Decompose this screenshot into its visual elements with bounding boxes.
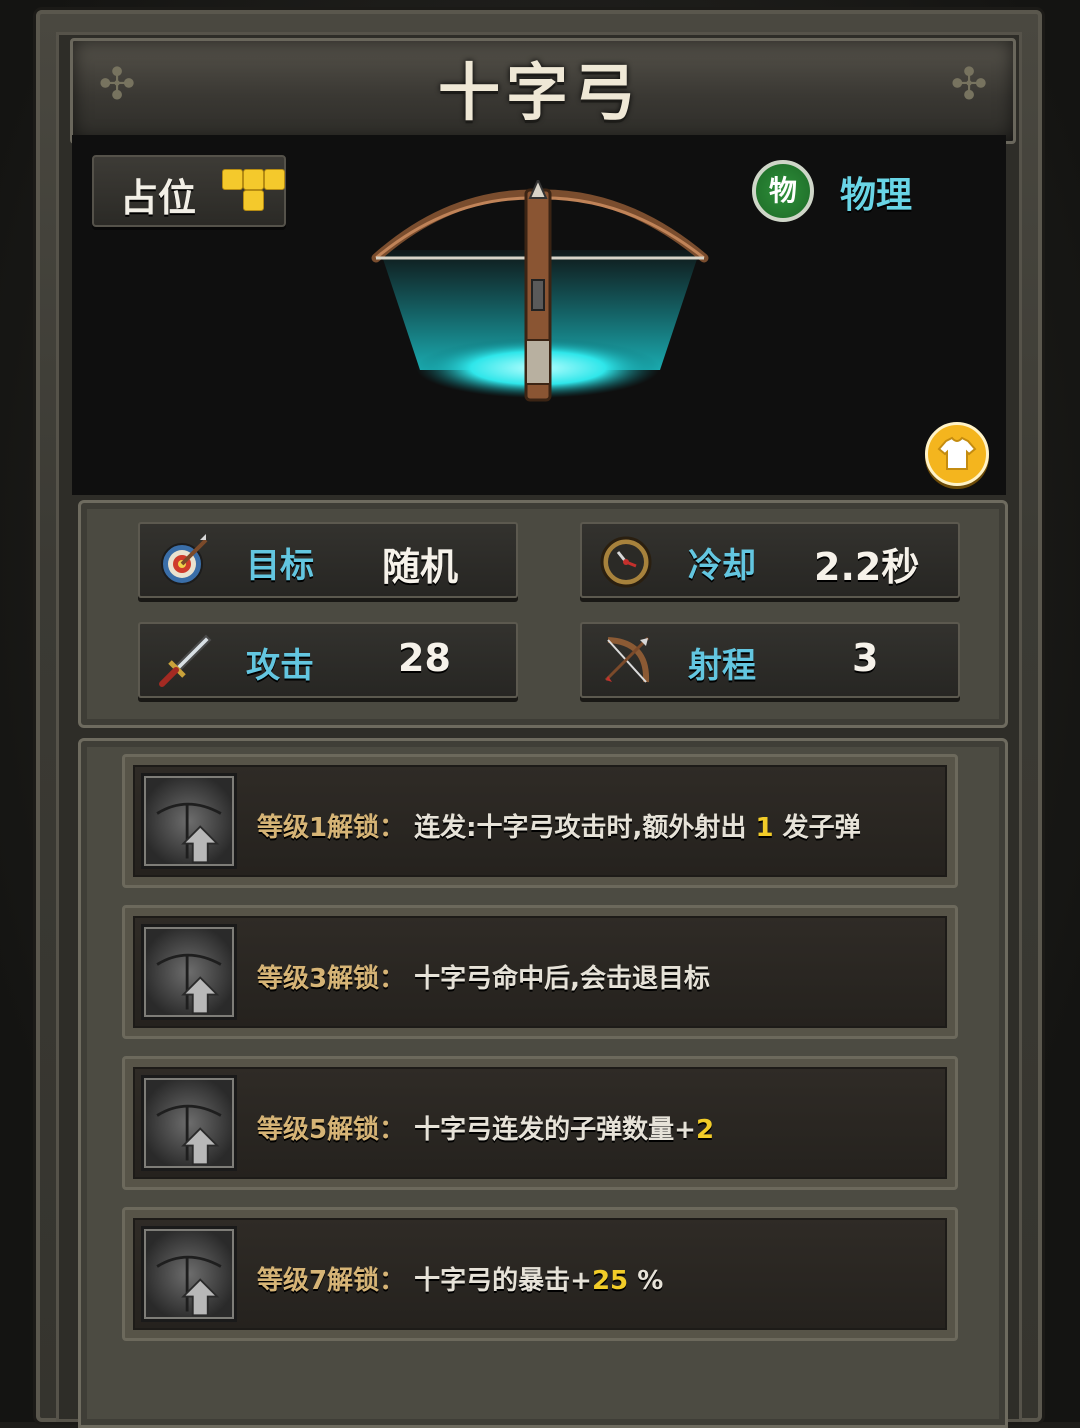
unlock-row-level-1: 等级1解锁： 连发:十字弓攻击时,额外射出 1 发子弹 <box>122 754 958 888</box>
unlock-description: 十字弓的暴击+ <box>414 1266 592 1296</box>
unlock-text: 等级3解锁： 十字弓命中后,会击退目标 <box>257 958 710 995</box>
unlock-row-level-7: 等级7解锁： 十字弓的暴击+25 % <box>122 1207 958 1341</box>
stat-target-label: 目标 <box>246 546 314 586</box>
placement-shape-icon <box>222 169 288 215</box>
upgrade-arrow-icon <box>141 1075 237 1171</box>
upgrade-arrow-icon <box>141 1226 237 1322</box>
unlock-level-label: 等级3解锁： <box>257 964 406 994</box>
bow-icon <box>604 636 650 683</box>
unlock-description: 连发:十字弓攻击时,额外射出 <box>414 813 747 843</box>
stat-cooldown-label: 冷却 <box>688 546 756 586</box>
unlock-description: 十字弓连发的子弹数量+ <box>414 1115 696 1145</box>
unlock-row-level-5: 等级5解锁： 十字弓连发的子弹数量+2 <box>122 1056 958 1190</box>
upgrade-arrow-icon <box>141 773 237 869</box>
unlock-level-label: 等级7解锁： <box>257 1266 406 1296</box>
stat-range-label: 射程 <box>688 646 756 686</box>
stat-attack-value: 28 <box>398 636 451 680</box>
physical-type-icon: 物 <box>752 160 814 222</box>
unlock-level-label: 等级5解锁： <box>257 1115 406 1145</box>
unlock-description-suffix: % <box>637 1266 664 1296</box>
placement-label: 占位 <box>120 176 197 220</box>
stat-range: 射程 3 <box>580 622 960 698</box>
skin-button[interactable] <box>925 422 989 486</box>
unlock-number: 2 <box>695 1115 715 1145</box>
clock-icon <box>600 536 652 588</box>
stat-range-value: 3 <box>852 636 879 680</box>
unlock-description-suffix: 发子弹 <box>782 813 861 843</box>
weapon-title: 十字弓 <box>437 56 642 129</box>
unlock-description: 十字弓命中后,会击退目标 <box>414 964 711 994</box>
stat-cooldown-value: 2.2秒 <box>814 545 920 589</box>
placement-indicator[interactable]: 占位 <box>92 155 286 227</box>
stat-attack: 攻击 28 <box>138 622 518 698</box>
damage-type-label: 物理 <box>840 175 913 216</box>
unlock-level-label: 等级1解锁： <box>257 813 406 843</box>
stat-target-value: 随机 <box>382 545 459 589</box>
unlock-text: 等级7解锁： 十字弓的暴击+25 % <box>257 1260 663 1297</box>
unlock-text: 等级1解锁： 连发:十字弓攻击时,额外射出 1 发子弹 <box>257 807 861 844</box>
unlock-number: 25 <box>591 1266 629 1296</box>
unlock-number: 1 <box>755 813 774 843</box>
shirt-icon <box>937 436 977 470</box>
stat-attack-label: 攻击 <box>246 646 314 686</box>
target-icon <box>161 534 208 585</box>
stat-cooldown: 冷却 2.2秒 <box>580 522 960 598</box>
unlock-text: 等级5解锁： 十字弓连发的子弹数量+2 <box>257 1109 714 1146</box>
crossbow-icon <box>371 180 709 402</box>
sword-icon <box>159 634 212 687</box>
stat-target: 目标 随机 <box>138 522 518 598</box>
unlock-row-level-3: 等级3解锁： 十字弓命中后,会击退目标 <box>122 905 958 1039</box>
upgrade-arrow-icon <box>141 924 237 1020</box>
